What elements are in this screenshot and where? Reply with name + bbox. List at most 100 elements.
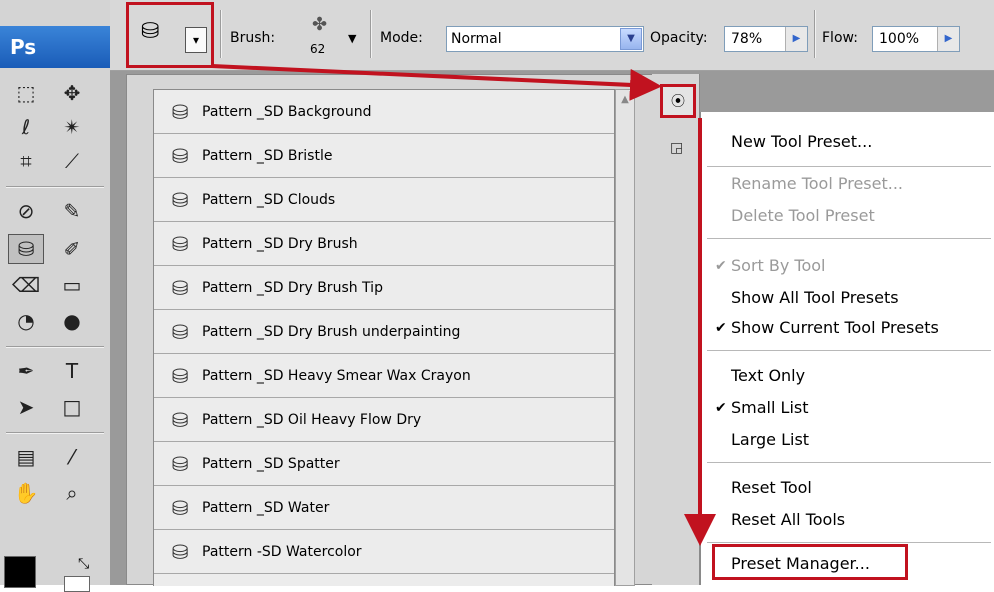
eraser-tool-icon[interactable]: ⌫: [8, 270, 44, 300]
panel-menu-button[interactable]: ⦿: [660, 84, 696, 118]
brush-size: 62: [310, 42, 326, 56]
preset-label: Pattern -SD Watercolor: [202, 543, 362, 560]
preset-list: ⛁ Pattern _SD Background ⛁ Pattern _SD B…: [153, 89, 615, 586]
preset-list-scrollbar[interactable]: ▲: [615, 89, 635, 586]
preset-label: Pattern _SD Background: [202, 103, 372, 120]
menu-separator: [707, 350, 991, 351]
tool-separator: [6, 432, 104, 434]
preset-item[interactable]: ⛁ Pattern _SD Background: [154, 90, 614, 134]
panel-flyout-menu: New Tool Preset... Rename Tool Preset...…: [700, 112, 994, 585]
menu-item-text-only[interactable]: Text Only: [731, 362, 991, 390]
rectangle-tool-icon[interactable]: □: [54, 392, 90, 422]
move-tool-icon[interactable]: ✥: [54, 78, 90, 108]
preset-item[interactable]: ⛁ Pattern _SD Dry Brush: [154, 222, 614, 266]
menu-item-delete-tool-preset[interactable]: Delete Tool Preset: [731, 202, 991, 230]
preset-label: Pattern _SD Oil Heavy Flow Dry: [202, 411, 422, 428]
checkmark-icon: ✔: [715, 258, 727, 274]
preset-label: Pattern _SD Heavy Smear Wax Crayon: [202, 367, 471, 384]
tools-panel: Ps ⬚ ✥ ℓ ✴ ⌗ ⟋ ⊘ ✎ ⛁ ✐ ⌫ ▭ ◔ ● ✒ T ➤ □ ▤…: [0, 0, 111, 592]
slice-tool-icon[interactable]: ⟋: [54, 146, 90, 176]
preset-label: Pattern _SD Dry Brush underpainting: [202, 323, 461, 340]
preset-item[interactable]: ⛁ Pattern _SD Clouds: [154, 178, 614, 222]
brush-picker-caret-icon[interactable]: ▼: [348, 32, 356, 45]
brush-thumbnail-icon[interactable]: ✤: [312, 14, 327, 35]
preset-item[interactable]: ⛁ Pattern _SD Water: [154, 486, 614, 530]
menu-separator: [707, 462, 991, 463]
pattern-stamp-icon: ⛁: [171, 187, 189, 212]
flow-field[interactable]: 100% ▶: [872, 26, 960, 52]
pen-tool-icon[interactable]: ✒: [8, 356, 44, 386]
mode-label: Mode:: [380, 30, 423, 46]
flow-value: 100%: [879, 31, 920, 47]
zoom-tool-icon[interactable]: ⌕: [54, 478, 90, 508]
preset-item[interactable]: ⛁ Pattern _SD Dry Brush underpainting: [154, 310, 614, 354]
path-selection-tool-icon[interactable]: ➤: [8, 392, 44, 422]
preset-label: Pattern _SD Spatter: [202, 455, 340, 472]
preset-manager-highlight: [712, 544, 908, 580]
menu-item-sort-by-tool[interactable]: Sort By Tool: [731, 252, 991, 280]
background-color-swatch[interactable]: [64, 576, 90, 592]
pattern-stamp-icon: ⛁: [171, 407, 189, 432]
marquee-tool-icon[interactable]: ⬚: [8, 78, 44, 108]
flow-slider-arrow-icon[interactable]: ▶: [937, 27, 959, 51]
menu-item-reset-tool[interactable]: Reset Tool: [731, 474, 991, 502]
eyedropper-tool-icon[interactable]: ⁄: [54, 442, 90, 472]
preset-item[interactable]: ⛁ Pattern _SD Heavy Smear Wax Crayon: [154, 354, 614, 398]
menu-separator: [707, 166, 991, 167]
magic-wand-tool-icon[interactable]: ✴: [54, 112, 90, 142]
preset-dropdown-button[interactable]: ▾: [185, 27, 207, 53]
preset-label: Pattern _SD Dry Brush: [202, 235, 358, 252]
menu-item-large-list[interactable]: Large List: [731, 426, 991, 454]
brush-label: Brush:: [230, 30, 276, 46]
pattern-stamp-tool-icon[interactable]: ⛁: [8, 234, 44, 264]
gradient-tool-icon[interactable]: ▭: [54, 270, 90, 300]
options-separator: [220, 10, 222, 58]
preset-item[interactable]: ⛁ Pattern _SD Oil Heavy Flow Dry: [154, 398, 614, 442]
preset-label: Pattern _SD Dry Brush Tip: [202, 279, 383, 296]
opacity-field[interactable]: 78% ▶: [724, 26, 808, 52]
menu-item-new-tool-preset[interactable]: New Tool Preset...: [731, 128, 991, 156]
pattern-stamp-icon: ⛁: [171, 99, 189, 124]
preset-item[interactable]: ⛁ Pattern -SD Watercolor: [154, 530, 614, 574]
brush-tool-icon[interactable]: ✎: [54, 196, 90, 226]
blur-tool-icon[interactable]: ◔: [8, 306, 44, 336]
menu-separator: [707, 542, 991, 543]
dodge-tool-icon[interactable]: ●: [54, 306, 90, 336]
new-preset-icon[interactable]: ◲: [670, 140, 683, 156]
tool-separator: [6, 346, 104, 348]
pattern-stamp-icon: ⛁: [171, 275, 189, 300]
opacity-label: Opacity:: [650, 30, 708, 46]
menu-item-reset-all-tools[interactable]: Reset All Tools: [731, 506, 991, 534]
tool-separator: [6, 186, 104, 188]
pattern-stamp-icon: ⛁: [171, 363, 189, 388]
options-separator: [370, 10, 372, 58]
options-separator: [814, 10, 816, 58]
swap-colors-icon[interactable]: ⤡: [78, 556, 89, 572]
menu-item-show-current-tool-presets[interactable]: Show Current Tool Presets: [731, 314, 991, 342]
menu-item-rename-tool-preset[interactable]: Rename Tool Preset...: [731, 170, 991, 198]
hand-tool-icon[interactable]: ✋: [8, 478, 44, 508]
foreground-color-swatch[interactable]: [4, 556, 36, 588]
pattern-stamp-icon: ⛁: [171, 495, 189, 520]
menu-item-show-all-tool-presets[interactable]: Show All Tool Presets: [731, 284, 991, 312]
preset-item[interactable]: ⛁ Pattern _SD Dry Brush Tip: [154, 266, 614, 310]
chevron-down-icon[interactable]: ▼: [620, 28, 642, 50]
healing-brush-tool-icon[interactable]: ⊘: [8, 196, 44, 226]
lasso-tool-icon[interactable]: ℓ: [8, 112, 44, 142]
menu-item-small-list[interactable]: Small List: [731, 394, 991, 422]
pattern-stamp-icon: ⛁: [171, 319, 189, 344]
preset-item[interactable]: ⛁ Pattern _SD Spatter: [154, 442, 614, 486]
opacity-slider-arrow-icon[interactable]: ▶: [785, 27, 807, 51]
menu-separator: [707, 238, 991, 239]
preset-item[interactable]: ⛁ Pattern _SD Bristle: [154, 134, 614, 178]
notes-tool-icon[interactable]: ▤: [8, 442, 44, 472]
mode-select[interactable]: Normal ▼: [446, 26, 644, 52]
history-brush-tool-icon[interactable]: ✐: [54, 234, 90, 264]
tool-preset-picker[interactable]: ⛁ ▾: [126, 2, 214, 68]
scroll-up-icon[interactable]: ▲: [616, 90, 634, 110]
photoshop-logo: Ps: [0, 26, 110, 68]
crop-tool-icon[interactable]: ⌗: [8, 146, 44, 176]
type-tool-icon[interactable]: T: [54, 356, 90, 386]
opacity-value: 78%: [731, 31, 763, 47]
preset-label: Pattern _SD Bristle: [202, 147, 333, 164]
